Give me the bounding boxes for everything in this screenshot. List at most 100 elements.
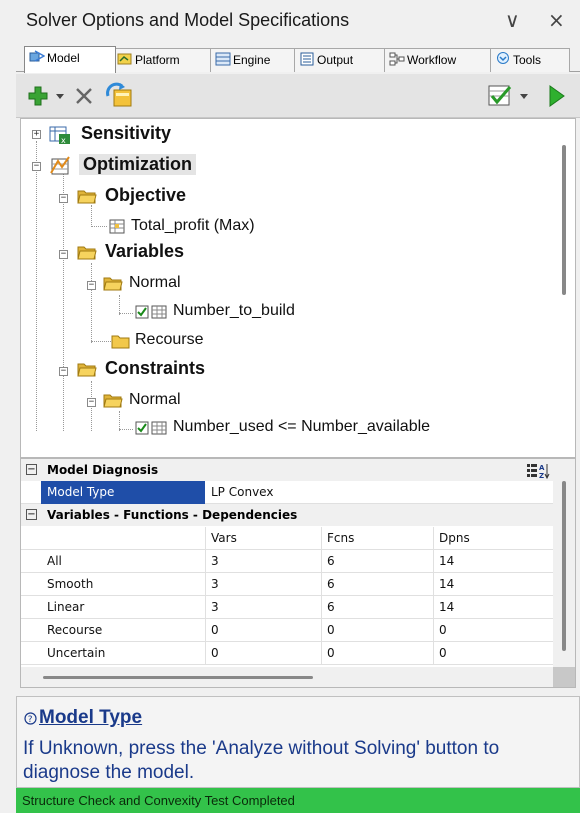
tree-node-optimization[interactable]: Optimization — [79, 154, 196, 175]
svg-text:?: ? — [28, 715, 33, 725]
row-label: Recourse — [47, 623, 103, 637]
table-cell: 14 — [439, 577, 455, 591]
cell-icon — [109, 219, 125, 234]
folder-open-icon — [77, 363, 97, 377]
tree-node-variables[interactable]: Variables — [105, 241, 184, 262]
collapse-toggle[interactable]: − — [59, 250, 68, 259]
sort-az-icon[interactable]: AZ — [526, 462, 550, 480]
tab-tools[interactable]: Tools — [490, 48, 570, 72]
property-label: Model Type — [47, 485, 115, 499]
table-row[interactable]: Recourse 0 0 0 — [21, 619, 555, 642]
tree-node-objective[interactable]: Objective — [105, 185, 186, 206]
collapse-toggle[interactable]: − — [59, 367, 68, 376]
table-cell: 14 — [439, 554, 455, 568]
collapse-toggle[interactable]: − — [59, 194, 68, 203]
folder-open-icon — [77, 190, 97, 204]
checkbox-checked-icon[interactable] — [135, 421, 149, 435]
folder-open-icon — [103, 394, 123, 408]
tree-node-con-normal[interactable]: Normal — [129, 391, 181, 409]
tab-model[interactable]: Model — [24, 46, 116, 73]
tab-engine[interactable]: Engine — [210, 48, 298, 72]
status-bar: Structure Check and Convexity Test Compl… — [16, 788, 580, 813]
grid-horizontal-scrollbar[interactable] — [21, 667, 553, 687]
tree-node-constraints[interactable]: Constraints — [105, 358, 205, 379]
run-play-icon[interactable] — [548, 84, 566, 108]
folder-closed-icon — [111, 335, 130, 349]
cell-range-icon — [151, 421, 167, 435]
tools-icon — [497, 52, 509, 64]
table-row[interactable]: Linear 3 6 14 — [21, 596, 555, 619]
help-title[interactable]: Model Type — [39, 707, 142, 729]
tree-node-constraint-item[interactable]: Number_used <= Number_available — [173, 418, 430, 436]
table-row[interactable]: Uncertain 0 0 0 — [21, 642, 555, 665]
model-tree: + x Sensitivity − Optimization − Objecti… — [20, 118, 576, 458]
toolbar — [16, 74, 580, 118]
diagnosis-grid: − Model Diagnosis AZ Model Type LP Conve… — [20, 458, 576, 688]
sensitivity-icon: x — [49, 126, 70, 145]
tree-node-objective-item[interactable]: Total_profit (Max) — [131, 217, 255, 235]
tab-label: Tools — [513, 53, 542, 67]
chevron-down-icon[interactable] — [520, 94, 528, 100]
section-vfd[interactable]: − Variables - Functions - Dependencies — [21, 504, 555, 526]
table-row[interactable]: Smooth 3 6 14 — [21, 573, 555, 596]
delete-x-icon[interactable] — [74, 86, 94, 106]
help-panel: ? Model Type If Unknown, press the 'Anal… — [16, 696, 580, 788]
help-body: If Unknown, press the 'Analyze without S… — [23, 738, 500, 783]
tree-node-sensitivity[interactable]: Sensitivity — [81, 123, 171, 144]
collapse-toggle[interactable]: − — [32, 162, 41, 171]
tab-label: Engine — [233, 53, 271, 67]
tree-line — [91, 226, 107, 227]
expand-toggle[interactable]: + — [32, 130, 41, 139]
check-model-icon[interactable] — [486, 83, 514, 109]
checkbox-checked-icon[interactable] — [135, 305, 149, 319]
tab-platform[interactable]: Platform — [112, 48, 214, 72]
tab-label: Workflow — [407, 53, 457, 67]
tree-line — [119, 429, 133, 430]
plus-icon[interactable] — [28, 86, 48, 106]
table-row[interactable]: All 3 6 14 — [21, 550, 555, 573]
property-row-model-type[interactable]: Model Type LP Convex — [21, 481, 555, 504]
tree-line — [91, 263, 92, 343]
refresh-model-icon[interactable] — [104, 82, 134, 110]
scroll-thumb[interactable] — [562, 481, 566, 651]
row-label: Smooth — [47, 577, 94, 591]
tree-scrollbar[interactable] — [562, 145, 566, 295]
table-cell: 6 — [327, 600, 335, 614]
tree-node-recourse[interactable]: Recourse — [135, 331, 203, 349]
scroll-thumb[interactable] — [43, 676, 313, 679]
title-bar: Solver Options and Model Specifications … — [0, 0, 580, 44]
collapse-toggle[interactable]: − — [87, 398, 96, 407]
collapse-box-icon[interactable]: − — [26, 464, 37, 475]
row-label: Linear — [47, 600, 85, 614]
tab-workflow[interactable]: Workflow — [384, 48, 494, 72]
cell-range-icon — [151, 305, 167, 319]
close-button[interactable]: × — [548, 8, 565, 32]
help-icon: ? — [24, 712, 37, 725]
folder-open-icon — [103, 277, 123, 291]
table-cell: 0 — [439, 623, 447, 637]
collapse-box-icon[interactable]: − — [26, 509, 37, 520]
engine-icon — [215, 52, 231, 66]
table-cell: 0 — [211, 623, 219, 637]
section-model-diagnosis[interactable]: − Model Diagnosis — [21, 459, 555, 481]
column-header: Dpns — [439, 531, 470, 545]
collapse-button[interactable]: ∨ — [505, 8, 520, 32]
table-cell: 3 — [211, 577, 219, 591]
column-header: Fcns — [327, 531, 355, 545]
table-header-row: Vars Fcns Dpns — [21, 527, 555, 550]
tree-line — [36, 141, 37, 431]
tree-node-var-normal[interactable]: Normal — [129, 274, 181, 292]
table-cell: 3 — [211, 600, 219, 614]
tree-line — [119, 295, 120, 315]
tab-label: Platform — [135, 53, 180, 67]
grid-vertical-scrollbar[interactable] — [553, 459, 575, 687]
selected-label-cell[interactable]: Model Type — [41, 481, 205, 504]
chevron-down-icon[interactable] — [56, 94, 64, 100]
tab-output[interactable]: Output — [294, 48, 388, 72]
collapse-toggle[interactable]: − — [87, 281, 96, 290]
tab-label: Model — [47, 51, 80, 65]
tree-node-variable-item[interactable]: Number_to_build — [173, 302, 295, 320]
tree-line — [119, 411, 120, 431]
tab-strip: Model Platform Engine Output Workflow To… — [16, 44, 580, 73]
row-label: Uncertain — [47, 646, 106, 660]
